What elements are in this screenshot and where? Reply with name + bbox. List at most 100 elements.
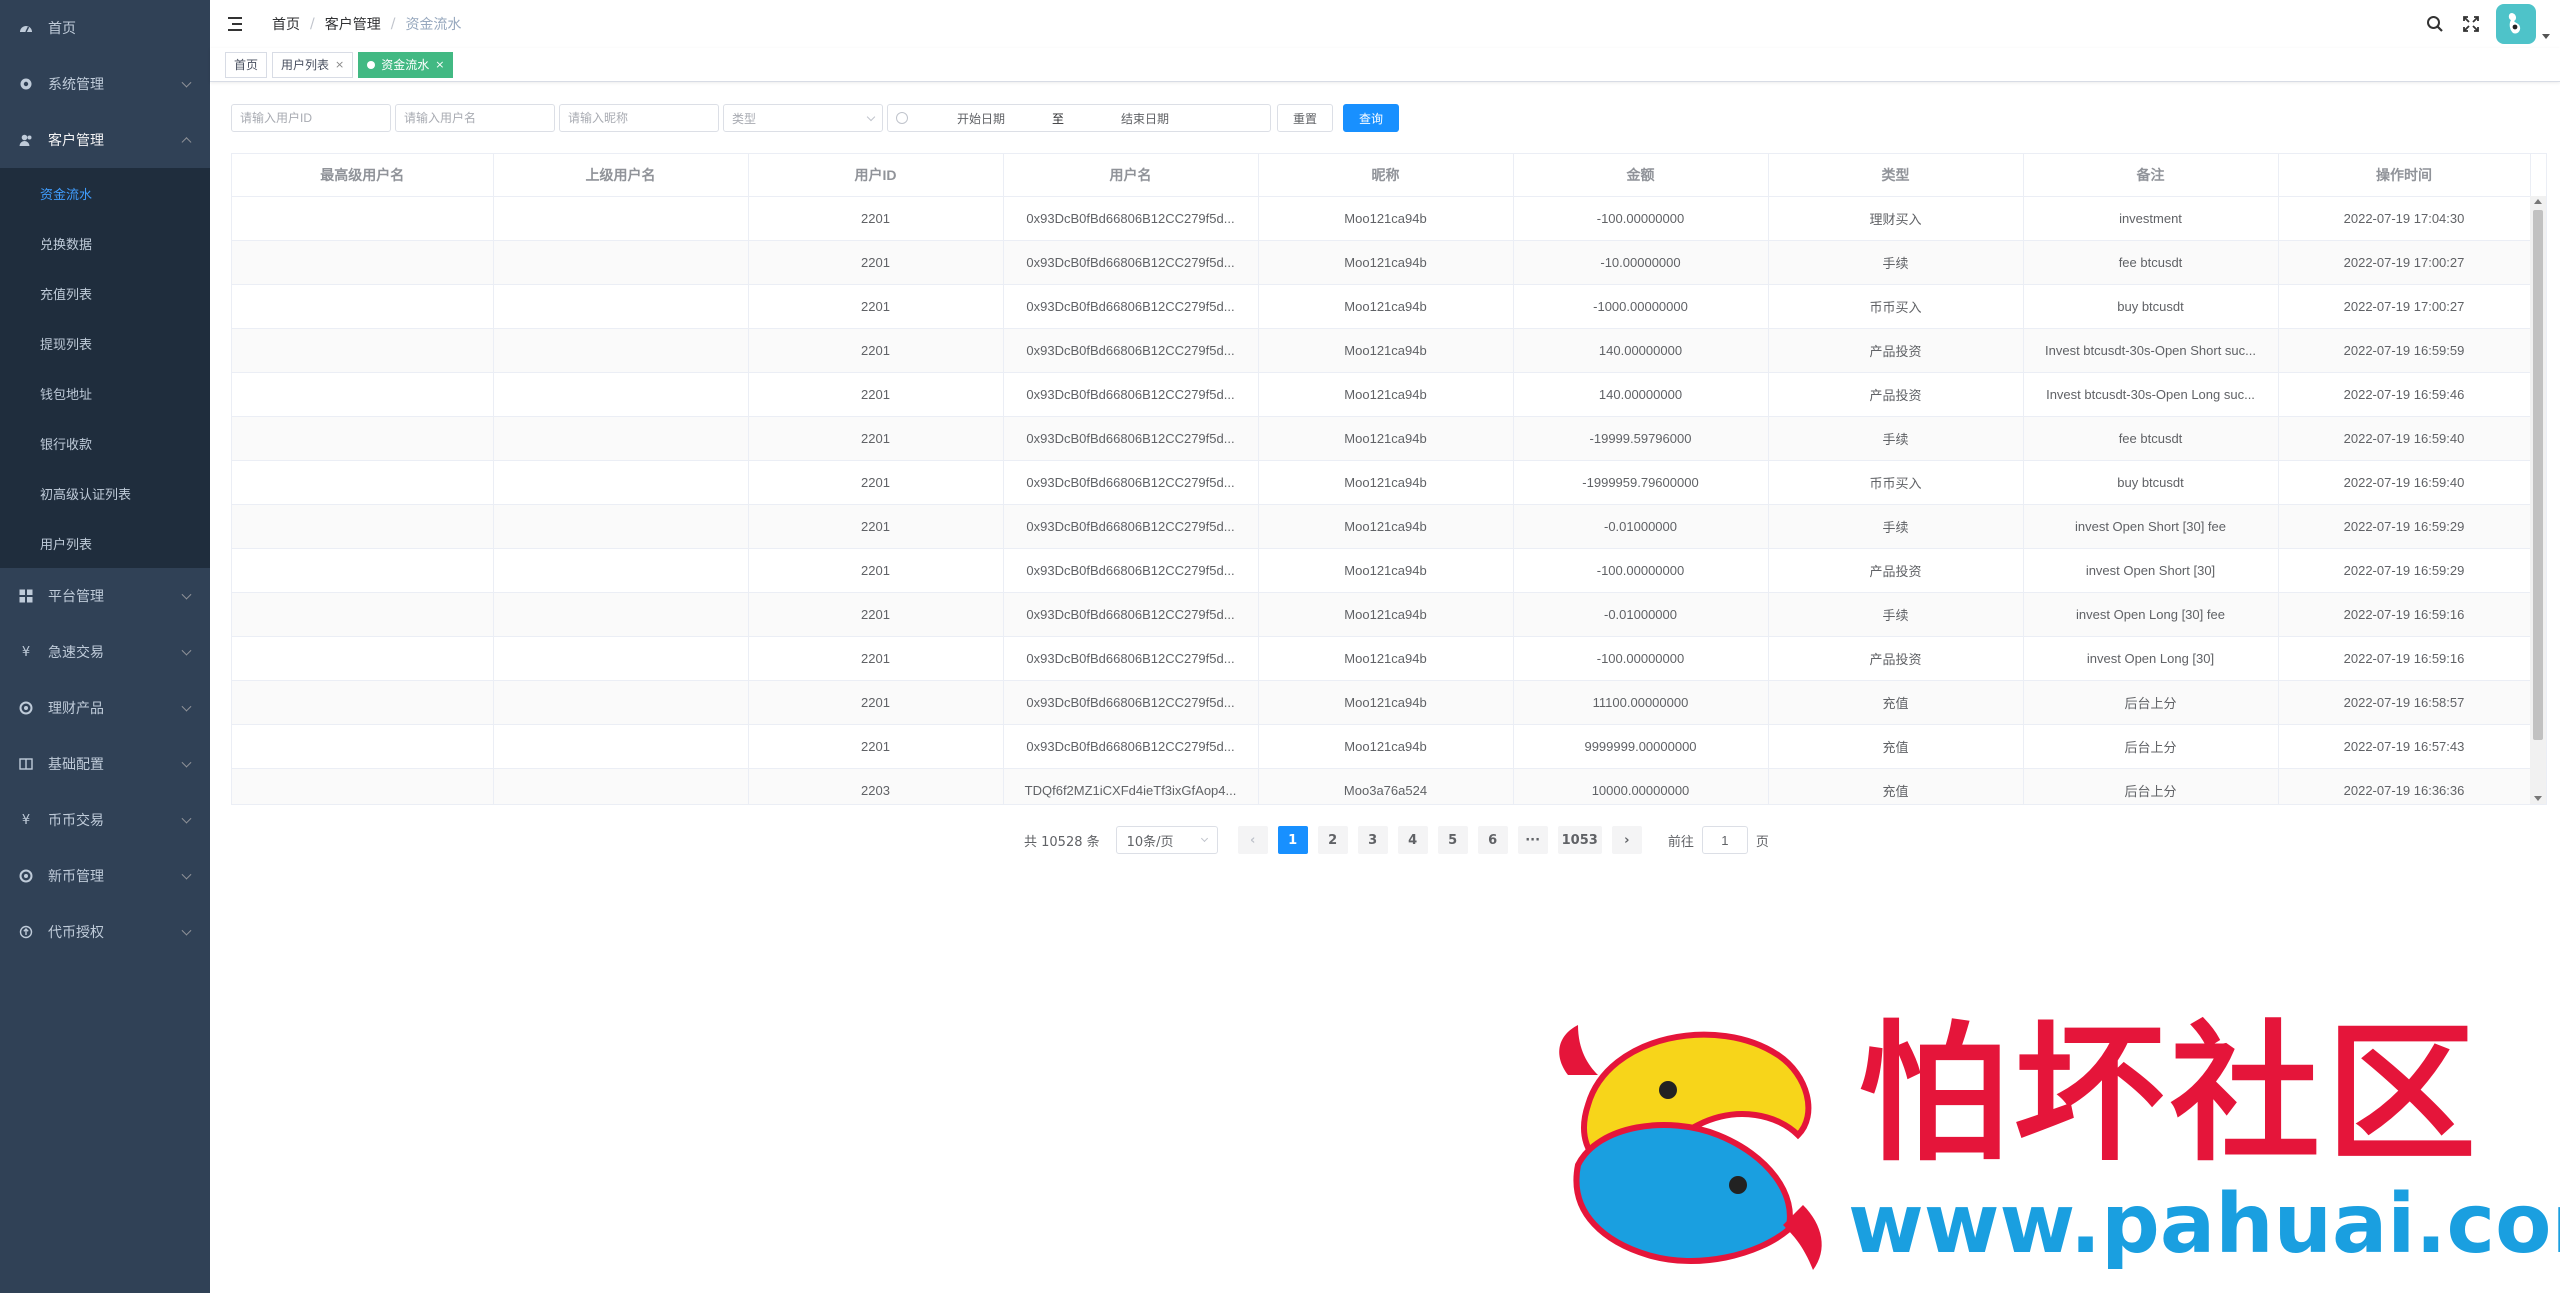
column-header: 用户名 <box>1003 154 1259 197</box>
user-id-input[interactable] <box>231 104 391 132</box>
table-row[interactable]: 2201 0x93DcB0fBd66806B12CC279f5d... Moo121… <box>232 680 2531 725</box>
start-date[interactable]: 开始日期 <box>916 110 1046 127</box>
page-button[interactable]: 1 <box>1277 826 1308 854</box>
table-cell: 充值 <box>1768 768 2024 804</box>
breadcrumb-customers[interactable]: 客户管理 <box>325 14 381 34</box>
reset-button[interactable]: 重置 <box>1277 104 1334 132</box>
table-row[interactable]: 2201 0x93DcB0fBd66806B12CC279f5d... Moo121… <box>232 372 2531 417</box>
yen-icon: ¥ <box>21 812 31 828</box>
sidebar-item-platform[interactable]: 平台管理 <box>0 568 210 624</box>
table-cell: invest Open Long [30] <box>2023 636 2279 681</box>
sidebar-item-token-auth[interactable]: 代币授权 <box>0 904 210 960</box>
prev-page-button[interactable]: ‹ <box>1237 826 1268 854</box>
sidebar-item-home[interactable]: 首页 <box>0 0 210 56</box>
page-button[interactable]: 1053 <box>1557 826 1602 854</box>
submenu-item-exchange-data[interactable]: 兑换数据 <box>0 218 210 268</box>
scroll-down-icon[interactable] <box>2534 796 2542 801</box>
table-cell: Invest btcusdt-30s-Open Long suc... <box>2023 372 2279 417</box>
sidebar-item-new-coin[interactable]: 新币管理 <box>0 848 210 904</box>
page-button[interactable]: 5 <box>1437 826 1468 854</box>
table-row[interactable]: 2203 TDQf6f2MZ1iCXFd4ieTf3ixGfAop4... Moo3… <box>232 768 2531 804</box>
sidebar-item-fast-trade[interactable]: ¥ 急速交易 <box>0 624 210 680</box>
tag-fund-flow[interactable]: 资金流水 × <box>358 51 454 78</box>
search-icon[interactable] <box>2424 13 2446 35</box>
sidebar-item-system[interactable]: 系统管理 <box>0 56 210 112</box>
table-cell <box>493 680 749 725</box>
scrollbar-thumb[interactable] <box>2533 210 2543 740</box>
goto-page-input[interactable] <box>1701 826 1748 854</box>
pagination: 共 10528 条 10条/页 ‹ 1 2 3 4 5 6 ··· 1053 ›… <box>1024 826 1769 854</box>
nickname-input[interactable] <box>559 104 719 132</box>
table-cell: 2022-07-19 16:59:59 <box>2278 328 2531 373</box>
table-row[interactable]: 2201 0x93DcB0fBd66806B12CC279f5d... Moo121… <box>232 416 2531 461</box>
sidebar-item-coin-trade[interactable]: ¥ 币币交易 <box>0 792 210 848</box>
submenu-item-kyc-list[interactable]: 初高级认证列表 <box>0 468 210 518</box>
table-cell <box>232 196 494 241</box>
page-button[interactable]: 2 <box>1317 826 1348 854</box>
page-size-value: 10条/页 <box>1126 834 1174 850</box>
close-icon[interactable]: × <box>335 53 344 77</box>
table-row[interactable]: 2201 0x93DcB0fBd66806B12CC279f5d... Moo121… <box>232 196 2531 241</box>
table-cell: 140.00000000 <box>1513 372 1769 417</box>
submenu-item-wallet-address[interactable]: 钱包地址 <box>0 368 210 418</box>
more-pages-button[interactable]: ··· <box>1517 826 1548 854</box>
submenu-item-bank-receipt[interactable]: 银行收款 <box>0 418 210 468</box>
table-cell: 2022-07-19 16:59:16 <box>2278 592 2531 637</box>
page-button[interactable]: 6 <box>1477 826 1508 854</box>
avatar[interactable] <box>2496 4 2536 44</box>
table-row[interactable]: 2201 0x93DcB0fBd66806B12CC279f5d... Moo121… <box>232 592 2531 637</box>
sidebar-item-label: 代币授权 <box>48 925 104 941</box>
chevron-down-icon <box>181 925 192 936</box>
submenu-item-withdraw-list[interactable]: 提现列表 <box>0 318 210 368</box>
close-icon[interactable]: × <box>435 53 444 77</box>
next-page-button[interactable]: › <box>1611 826 1642 854</box>
sidebar-item-label: 币币交易 <box>48 813 104 829</box>
table-cell: 2201 <box>748 196 1004 241</box>
breadcrumb-home[interactable]: 首页 <box>272 14 300 34</box>
table-cell: Moo121ca94b <box>1258 724 1514 769</box>
watermark-chinese-text: 怕坏社区 <box>1858 1008 2483 1182</box>
table-row[interactable]: 2201 0x93DcB0fBd66806B12CC279f5d... Moo121… <box>232 240 2531 285</box>
page-button[interactable]: 3 <box>1357 826 1388 854</box>
submenu-item-user-list[interactable]: 用户列表 <box>0 518 210 568</box>
table-row[interactable]: 2201 0x93DcB0fBd66806B12CC279f5d... Moo121… <box>232 460 2531 505</box>
page-button[interactable]: 4 <box>1397 826 1428 854</box>
table-body: 2201 0x93DcB0fBd66806B12CC279f5d... Moo121… <box>232 196 2531 804</box>
table-cell: 后台上分 <box>2023 768 2279 804</box>
table-cell <box>232 416 494 461</box>
date-range-picker[interactable]: 开始日期 至 结束日期 <box>887 104 1271 132</box>
table-cell <box>493 372 749 417</box>
sidebar-item-customers[interactable]: 客户管理 <box>0 112 210 168</box>
page-size-select[interactable]: 10条/页 <box>1115 826 1218 854</box>
column-header: 备注 <box>2023 154 2279 197</box>
table-cell: 10000.00000000 <box>1513 768 1769 804</box>
submenu-item-recharge-list[interactable]: 充值列表 <box>0 268 210 318</box>
submenu-item-fund-flow[interactable]: 资金流水 <box>0 168 210 218</box>
hamburger-icon[interactable] <box>228 17 244 31</box>
username-input[interactable] <box>395 104 555 132</box>
tags-view: 首页 用户列表 × 资金流水 × <box>210 48 2560 82</box>
table-row[interactable]: 2201 0x93DcB0fBd66806B12CC279f5d... Moo121… <box>232 636 2531 681</box>
table-row[interactable]: 2201 0x93DcB0fBd66806B12CC279f5d... Moo121… <box>232 284 2531 329</box>
table-cell: 产品投资 <box>1768 548 2024 593</box>
type-select[interactable]: 类型 <box>723 104 883 132</box>
table-row[interactable]: 2201 0x93DcB0fBd66806B12CC279f5d... Moo121… <box>232 724 2531 769</box>
tag-home[interactable]: 首页 <box>225 51 268 78</box>
table-row[interactable]: 2201 0x93DcB0fBd66806B12CC279f5d... Moo121… <box>232 328 2531 373</box>
sidebar-item-basic-config[interactable]: 基础配置 <box>0 736 210 792</box>
fullscreen-icon[interactable] <box>2460 13 2482 35</box>
table-row[interactable]: 2201 0x93DcB0fBd66806B12CC279f5d... Moo121… <box>232 504 2531 549</box>
scroll-up-icon[interactable] <box>2534 199 2542 204</box>
table-scrollbar[interactable] <box>2530 196 2546 804</box>
sidebar-item-finance-products[interactable]: 理财产品 <box>0 680 210 736</box>
table-cell: invest Open Short [30] fee <box>2023 504 2279 549</box>
yen-icon: ¥ <box>21 644 31 660</box>
table-cell: Moo121ca94b <box>1258 592 1514 637</box>
book-icon <box>18 756 34 772</box>
table-row[interactable]: 2201 0x93DcB0fBd66806B12CC279f5d... Moo121… <box>232 548 2531 593</box>
end-date[interactable]: 结束日期 <box>1070 110 1220 127</box>
tag-user-list[interactable]: 用户列表 × <box>272 51 354 78</box>
query-button[interactable]: 查询 <box>1343 104 1400 132</box>
table-cell: 0x93DcB0fBd66806B12CC279f5d... <box>1003 284 1259 329</box>
caret-down-icon[interactable] <box>2542 33 2550 39</box>
